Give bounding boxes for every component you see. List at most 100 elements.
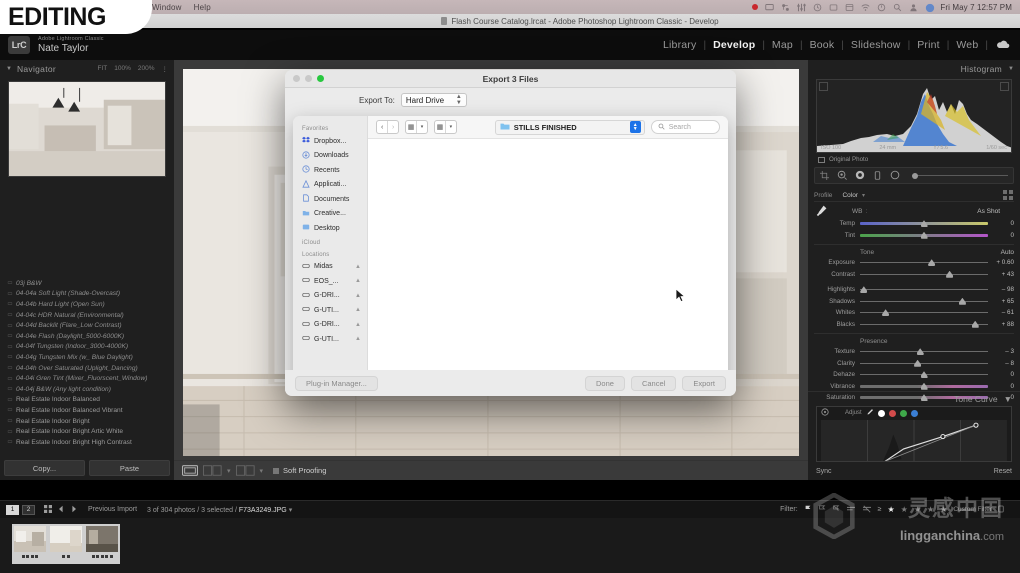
preset-item[interactable]: ▭ 04-04g Tungsten Mix (w_ Blue Daylight) <box>4 352 174 363</box>
chevron-down-icon[interactable]: ▼ <box>6 66 12 72</box>
radial-filter-icon[interactable] <box>890 167 900 185</box>
cloud-sync-icon[interactable] <box>996 36 1010 54</box>
sidebar-item-gdrive-1[interactable]: G-DRI... ▲ <box>293 289 367 304</box>
before-after-tb-icon[interactable] <box>235 465 255 476</box>
rejected-filter-icon[interactable] <box>832 504 840 515</box>
histogram-graph[interactable]: ISO 100 24 mm f / 5.6 1/60 sec <box>816 79 1012 153</box>
original-photo-toggle[interactable]: Original Photo <box>818 156 1010 163</box>
preset-item[interactable]: ▭ 04-04j B&W (Any light condition) <box>4 384 174 395</box>
back-icon[interactable]: ‹ <box>377 121 387 133</box>
curve-channel-green[interactable] <box>899 409 907 417</box>
wifi-icon[interactable] <box>861 3 870 12</box>
curve-channel-blue[interactable] <box>910 409 918 417</box>
preset-item[interactable]: ▭ 04-04e Flash (Daylight_5000-6000K) <box>4 331 174 342</box>
zoom-100[interactable]: 100% <box>114 65 131 73</box>
dialog-export-button[interactable]: Export <box>682 375 726 391</box>
preset-item[interactable]: ▭ 04-04h Over Saturated (Uplight_Dancing) <box>4 363 174 374</box>
copy-button[interactable]: Copy... <box>4 460 85 476</box>
slider-knob[interactable] <box>958 297 966 305</box>
current-folder-popup[interactable]: STILLS FINISHED ▲ ▼ <box>494 119 645 135</box>
preset-item[interactable]: ▭ Real Estate Indoor Bright <box>4 416 174 427</box>
crop-tool-icon[interactable] <box>820 167 829 185</box>
star-5[interactable]: ★ <box>940 505 947 514</box>
timemachine-icon[interactable] <box>813 3 822 12</box>
preset-item[interactable]: ▭Real Estate Indoor Cool <box>4 448 174 449</box>
sidebar-item-downloads[interactable]: Downloads <box>293 149 367 164</box>
export-to-select[interactable]: Hard Drive ▲ ▼ <box>400 93 467 107</box>
menu-window[interactable]: Window <box>152 3 182 12</box>
screen-icon[interactable] <box>765 3 775 12</box>
star-1[interactable]: ★ <box>887 505 894 514</box>
sidebar-item-eos[interactable]: EOS_... ▲ <box>293 274 367 289</box>
profile-row[interactable]: Profile Color ▾ <box>814 189 1014 202</box>
star-4[interactable]: ★ <box>927 505 934 514</box>
sidebar-item-gutil-2[interactable]: G-UTI... ▲ <box>293 332 367 347</box>
preset-item[interactable]: ▭ Real Estate Indoor Balanced <box>4 395 174 406</box>
sidebar-item-gdrive-2[interactable]: G-DRI... ▲ <box>293 318 367 333</box>
picker-file-list[interactable] <box>368 139 728 390</box>
view-mode-icon-group[interactable]: ▦ ▾ <box>404 120 428 134</box>
user-icon[interactable] <box>909 3 918 12</box>
highlight-clipping-icon[interactable] <box>1000 82 1009 91</box>
picker-sidebar[interactable]: Favorites Dropbox... Downloads Recents A… <box>293 116 368 396</box>
slider-knob[interactable] <box>928 259 936 267</box>
sidebar-item-desktop[interactable]: Desktop <box>293 221 367 236</box>
module-slideshow[interactable]: Slideshow <box>844 39 908 51</box>
zoom-200[interactable]: 200% <box>138 65 155 73</box>
slider-blacks[interactable]: Blacks + 88 <box>814 319 1014 331</box>
custom-filter-select[interactable]: Custom Filter <box>953 506 992 513</box>
wb-value[interactable]: As Shot <box>977 208 1014 215</box>
slider-track[interactable] <box>860 286 988 294</box>
checkbox-icon[interactable] <box>273 467 280 474</box>
masking-icon[interactable] <box>855 167 865 185</box>
zoom-more-icon[interactable]: ⋮ <box>162 65 169 73</box>
filter-switch-icon[interactable] <box>998 505 1004 515</box>
slider-knob[interactable] <box>946 270 954 278</box>
identity-plate[interactable]: Adobe Lightroom Classic Nate Taylor <box>38 36 104 53</box>
slider-shadows[interactable]: Shadows + 65 <box>814 296 1014 308</box>
eyedropper-icon[interactable] <box>814 204 830 220</box>
preset-item[interactable]: ▭ 04-04a Soft Light (Shade-Overcast) <box>4 289 174 300</box>
filmstrip-thumb[interactable] <box>12 524 48 564</box>
navigator-header[interactable]: ▼ Navigator FIT 100% 200% ⋮ <box>0 60 174 77</box>
curve-channel-red[interactable] <box>888 409 896 417</box>
menu-help[interactable]: Help <box>194 3 211 12</box>
grid-view-icon[interactable] <box>44 504 52 515</box>
red-eye-icon[interactable] <box>873 167 882 185</box>
slider-clarity[interactable]: Clarity – 8 <box>814 358 1014 370</box>
slider-track[interactable] <box>860 359 988 367</box>
tone-curve-header[interactable]: Tone Curve ▼ <box>808 391 1020 405</box>
slider-knob[interactable] <box>860 286 868 294</box>
zoom-fit[interactable]: FIT <box>98 65 108 73</box>
navigator-preview[interactable] <box>8 81 166 177</box>
module-map[interactable]: Map <box>765 39 800 51</box>
sidebar-item-recents[interactable]: Recents <box>293 163 367 178</box>
star-3[interactable]: ★ <box>914 505 921 514</box>
tool-amount-slider[interactable] <box>912 172 1008 179</box>
forward-icon[interactable]: › <box>387 121 398 133</box>
chevron-down-icon[interactable]: ▼ <box>1004 394 1012 404</box>
slider-knob[interactable] <box>912 172 918 179</box>
preset-item[interactable]: ▭ 04-04c HDR Natural (Environmental) <box>4 310 174 321</box>
forward-arrow-icon[interactable] <box>70 505 78 515</box>
chevron-down-icon[interactable]: ▼ <box>1008 66 1014 72</box>
before-after-lr-icon[interactable] <box>203 465 222 476</box>
slider-track[interactable] <box>860 259 988 267</box>
filmstrip-thumb[interactable] <box>84 524 120 564</box>
module-book[interactable]: Book <box>803 39 842 51</box>
sync-button[interactable]: Sync <box>816 468 832 475</box>
nav-back-forward[interactable]: ‹ › <box>376 120 399 134</box>
eject-icon[interactable]: ▲ <box>355 264 367 270</box>
sort-filter-icon[interactable] <box>862 505 872 515</box>
checkbox-icon[interactable] <box>818 156 825 163</box>
flag-filter-icon[interactable] <box>804 505 812 515</box>
preset-item[interactable]: ▭ 04-04f Tungsten (Indoor_3000-4000K) <box>4 342 174 353</box>
spot-removal-icon[interactable] <box>837 167 847 185</box>
preset-item[interactable]: ▭ 04-04i Gren Tint (Mixer_Fluorscent_Wind… <box>4 373 174 384</box>
profile-browser-icon[interactable] <box>1002 190 1015 200</box>
eject-icon[interactable]: ▲ <box>355 307 367 313</box>
search-icon[interactable] <box>893 3 902 12</box>
audio-levels-icon[interactable] <box>797 3 807 12</box>
preset-item[interactable]: ▭ Real Estate Indoor Balanced Vibrant <box>4 405 174 416</box>
preset-item[interactable]: ▭ Real Estate Indoor Bright High Contrast <box>4 437 174 448</box>
